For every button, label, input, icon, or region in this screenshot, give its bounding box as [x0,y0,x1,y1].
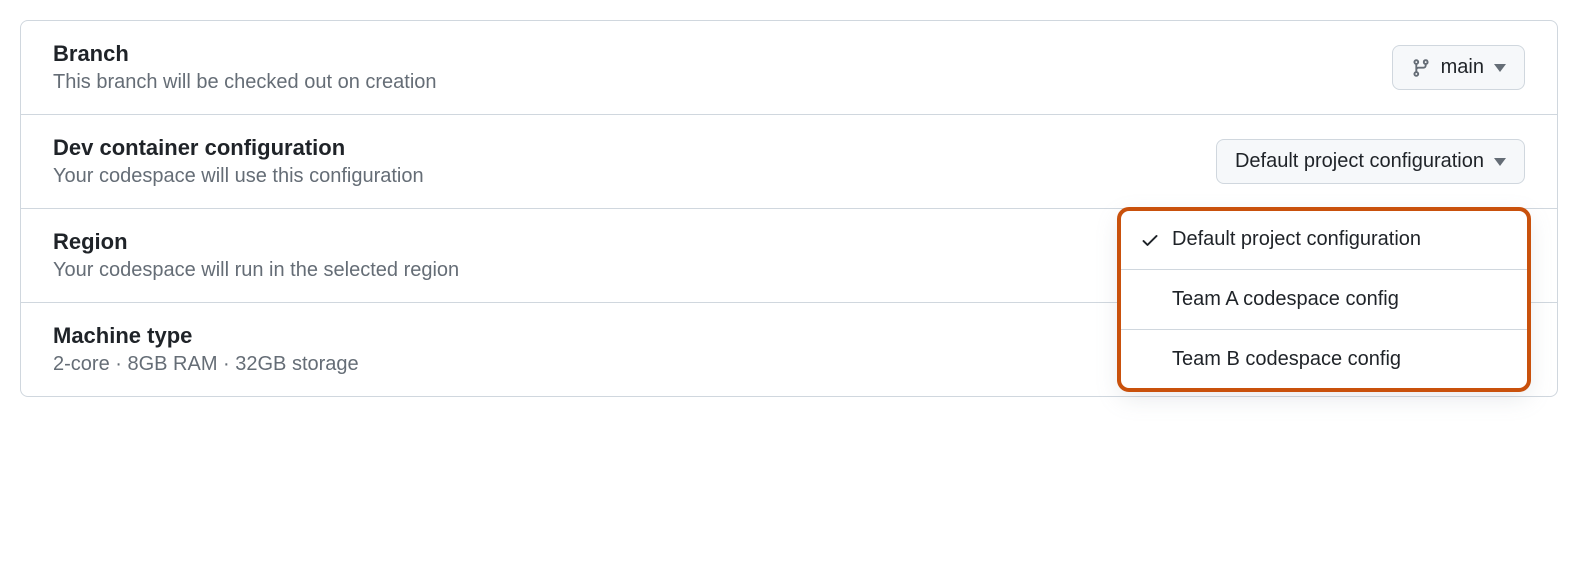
region-info: Region Your codespace will run in the se… [53,229,459,282]
machine-desc: 2-core · 8GB RAM · 32GB storage [53,353,359,376]
branch-row: Branch This branch will be checked out o… [21,21,1557,115]
devcontainer-desc: Your codespace will use this configurati… [53,165,424,188]
region-title: Region [53,229,459,255]
devcontainer-option-label: Team A codespace config [1172,288,1399,311]
branch-desc: This branch will be checked out on creat… [53,71,437,94]
devcontainer-row: Dev container configuration Your codespa… [21,115,1557,209]
devcontainer-selected-label: Default project configuration [1235,150,1484,173]
devcontainer-option-team-b[interactable]: Team B codespace config [1120,330,1528,389]
machine-info: Machine type 2-core · 8GB RAM · 32GB sto… [53,323,359,376]
git-branch-icon [1411,58,1431,78]
devcontainer-option-default[interactable]: Default project configuration [1120,210,1528,270]
check-slot [1140,230,1160,250]
devcontainer-title: Dev container configuration [53,135,424,161]
devcontainer-info: Dev container configuration Your codespa… [53,135,424,188]
triangle-down-icon [1494,158,1506,166]
branch-selected-label: main [1441,56,1484,79]
check-icon [1140,230,1160,250]
devcontainer-option-label: Default project configuration [1172,228,1421,251]
triangle-down-icon [1494,64,1506,72]
devcontainer-selector[interactable]: Default project configuration [1216,139,1525,184]
branch-title: Branch [53,41,437,67]
devcontainer-option-label: Team B codespace config [1172,348,1401,371]
devcontainer-option-team-a[interactable]: Team A codespace config [1120,270,1528,330]
devcontainer-dropdown-menu: Default project configuration Team A cod… [1119,209,1529,390]
region-desc: Your codespace will run in the selected … [53,259,459,282]
machine-title: Machine type [53,323,359,349]
branch-selector[interactable]: main [1392,45,1525,90]
branch-info: Branch This branch will be checked out o… [53,41,437,94]
codespace-config-panel: Branch This branch will be checked out o… [20,20,1558,397]
